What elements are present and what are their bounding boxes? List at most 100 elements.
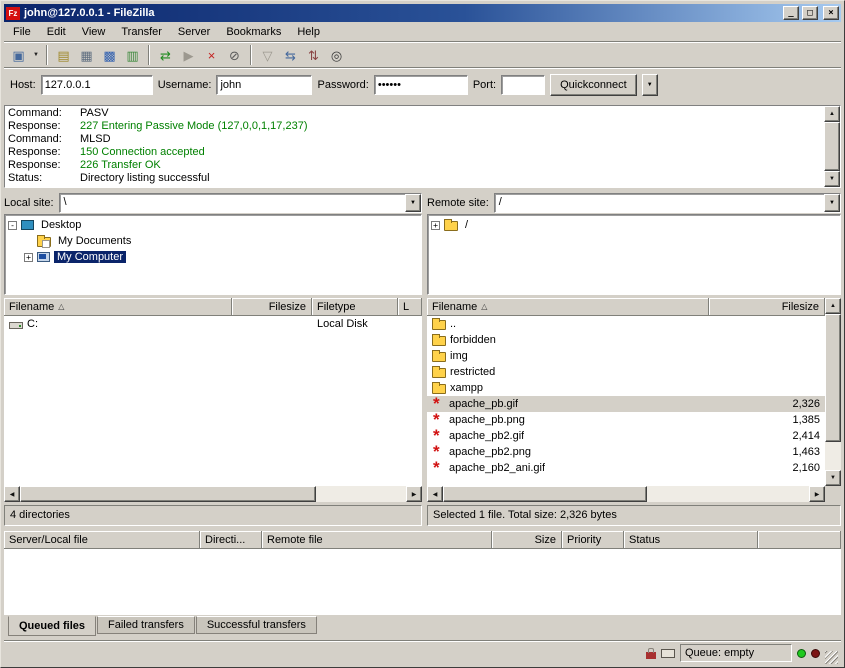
remote-vertical-scrollbar[interactable]: ▲▼ — [825, 298, 841, 486]
column-header-label: Server/Local file — [9, 534, 88, 546]
tab-successful-transfers[interactable]: Successful transfers — [196, 616, 317, 634]
log-scrollbar[interactable]: ▲▼ — [824, 106, 840, 187]
remote-file-row[interactable]: img — [427, 348, 825, 364]
tree-item-my-documents[interactable]: My Documents — [6, 233, 420, 249]
column-header-filetype[interactable]: Filetype — [312, 298, 398, 316]
scrollbar-thumb[interactable] — [824, 122, 840, 171]
column-header-priority[interactable]: Priority — [562, 531, 624, 549]
scroll-up-icon[interactable]: ▲ — [825, 298, 841, 314]
scroll-left-icon[interactable]: ◀ — [427, 486, 443, 502]
close-button[interactable]: × — [823, 6, 839, 20]
column-header-remote-file[interactable]: Remote file — [262, 531, 492, 549]
toggle-local-tree-button[interactable]: ▦ — [75, 44, 98, 66]
scrollbar-thumb[interactable] — [20, 486, 316, 502]
resize-grip[interactable] — [825, 651, 838, 664]
activity-led-green-icon — [797, 649, 806, 658]
scroll-down-icon[interactable]: ▼ — [824, 171, 840, 187]
scrollbar-track[interactable] — [825, 442, 841, 470]
site-manager-button[interactable]: ▣ — [7, 44, 30, 66]
tree-item-desktop[interactable]: -Desktop — [6, 217, 420, 233]
filename-cell: img — [427, 350, 709, 362]
process-queue-button[interactable]: ▶ — [177, 44, 200, 66]
column-header-filename[interactable]: Filename△ — [4, 298, 232, 316]
username-input[interactable] — [216, 75, 312, 95]
minimize-button[interactable]: _ — [783, 6, 799, 20]
find-files-button[interactable]: ◎ — [325, 44, 348, 66]
expand-icon[interactable]: + — [24, 253, 33, 262]
menu-item-bookmarks[interactable]: Bookmarks — [218, 22, 289, 41]
remote-file-row[interactable]: apache_pb2_ani.gif2,160 — [427, 460, 825, 476]
column-header-l[interactable]: L — [398, 298, 422, 316]
column-header-status[interactable]: Status — [624, 531, 758, 549]
toolbar: ▣▼ ▤▦▩▥ ⇄▶×⊘ ▽⇆ ⇅ ◎ — [4, 42, 841, 68]
menu-item-edit[interactable]: Edit — [39, 22, 74, 41]
scroll-right-icon[interactable]: ▶ — [406, 486, 422, 502]
scroll-up-icon[interactable]: ▲ — [824, 106, 840, 122]
transfer-queue-list[interactable] — [4, 549, 841, 615]
scroll-left-icon[interactable]: ◀ — [4, 486, 20, 502]
directory-listing-filters-button[interactable]: ▽ — [256, 44, 279, 66]
menu-item-view[interactable]: View — [74, 22, 114, 41]
remote-file-row[interactable]: apache_pb2.png1,463 — [427, 444, 825, 460]
quickconnect-button[interactable]: Quickconnect — [550, 74, 637, 96]
collapse-icon[interactable]: - — [8, 221, 17, 230]
scroll-down-icon[interactable]: ▼ — [825, 470, 841, 486]
local-file-row[interactable]: C:Local Disk — [4, 316, 422, 332]
disconnect-button[interactable]: ⊘ — [223, 44, 246, 66]
menu-item-help[interactable]: Help — [289, 22, 328, 41]
scrollbar-track[interactable] — [647, 486, 809, 502]
remote-file-row[interactable]: apache_pb2.gif2,414 — [427, 428, 825, 444]
local-site-combobox[interactable]: \ ▼ — [59, 193, 422, 213]
remote-file-row[interactable]: apache_pb.gif2,326 — [427, 396, 825, 412]
scrollbar-thumb[interactable] — [443, 486, 647, 502]
tree-item-label: / — [462, 219, 471, 231]
column-header-label: Filename — [9, 301, 54, 313]
site-manager-dropdown-button[interactable]: ▼ — [30, 44, 42, 66]
column-header-filesize[interactable]: Filesize — [709, 298, 825, 316]
remote-file-row[interactable]: .. — [427, 316, 825, 332]
toggle-message-log-button[interactable]: ▤ — [52, 44, 75, 66]
quickconnect-dropdown-button[interactable]: ▼ — [642, 74, 658, 96]
local-list-body[interactable]: C:Local Disk — [4, 316, 422, 486]
column-header-server-local-file[interactable]: Server/Local file — [4, 531, 200, 549]
scroll-right-icon[interactable]: ▶ — [809, 486, 825, 502]
tab-queued-files[interactable]: Queued files — [8, 616, 96, 636]
scrollbar-track[interactable] — [316, 486, 406, 502]
column-header-directi[interactable]: Directi... — [200, 531, 262, 549]
column-header-filename[interactable]: Filename△ — [427, 298, 709, 316]
menu-item-transfer[interactable]: Transfer — [113, 22, 170, 41]
cancel-button[interactable]: × — [200, 44, 223, 66]
synchronized-browsing-icon: ⇅ — [308, 49, 319, 62]
toggle-transfer-queue-button[interactable]: ▥ — [121, 44, 144, 66]
remote-file-row[interactable]: xampp — [427, 380, 825, 396]
maximize-button[interactable]: □ — [802, 6, 818, 20]
port-input[interactable] — [501, 75, 545, 95]
column-header-size[interactable]: Size — [492, 531, 562, 549]
tree-item-item[interactable]: +/ — [429, 217, 839, 233]
tab-failed-transfers[interactable]: Failed transfers — [97, 616, 195, 634]
directory-comparison-button[interactable]: ⇆ — [279, 44, 302, 66]
remote-list-body[interactable]: .. forbidden img restrictedxamppapache_pb.g… — [427, 316, 825, 486]
remote-site-dropdown-icon[interactable]: ▼ — [824, 194, 840, 212]
remote-file-row[interactable]: restricted — [427, 364, 825, 380]
menu-item-server[interactable]: Server — [170, 22, 218, 41]
broken-image-icon — [432, 461, 445, 475]
local-horizontal-scrollbar[interactable]: ◀▶ — [4, 486, 422, 502]
tree-item-my-computer[interactable]: +My Computer — [6, 249, 420, 265]
password-input[interactable] — [374, 75, 468, 95]
remote-file-row[interactable]: apache_pb.png1,385 — [427, 412, 825, 428]
refresh-button[interactable]: ⇄ — [154, 44, 177, 66]
titlebar[interactable]: Fz john@127.0.0.1 - FileZilla _ □ × — [4, 4, 841, 22]
expand-icon[interactable]: + — [431, 221, 440, 230]
column-header-filesize[interactable]: Filesize — [232, 298, 312, 316]
menu-item-file[interactable]: File — [5, 22, 39, 41]
remote-file-row[interactable]: forbidden — [427, 332, 825, 348]
scrollbar-thumb[interactable] — [825, 314, 841, 442]
synchronized-browsing-button[interactable]: ⇅ — [302, 44, 325, 66]
remote-site-combobox[interactable]: / ▼ — [494, 193, 841, 213]
local-site-dropdown-icon[interactable]: ▼ — [405, 194, 421, 212]
toggle-remote-tree-button[interactable]: ▩ — [98, 44, 121, 66]
host-input[interactable] — [41, 75, 153, 95]
remote-horizontal-scrollbar[interactable]: ◀▶ — [427, 486, 825, 502]
filename-cell: forbidden — [427, 334, 709, 346]
